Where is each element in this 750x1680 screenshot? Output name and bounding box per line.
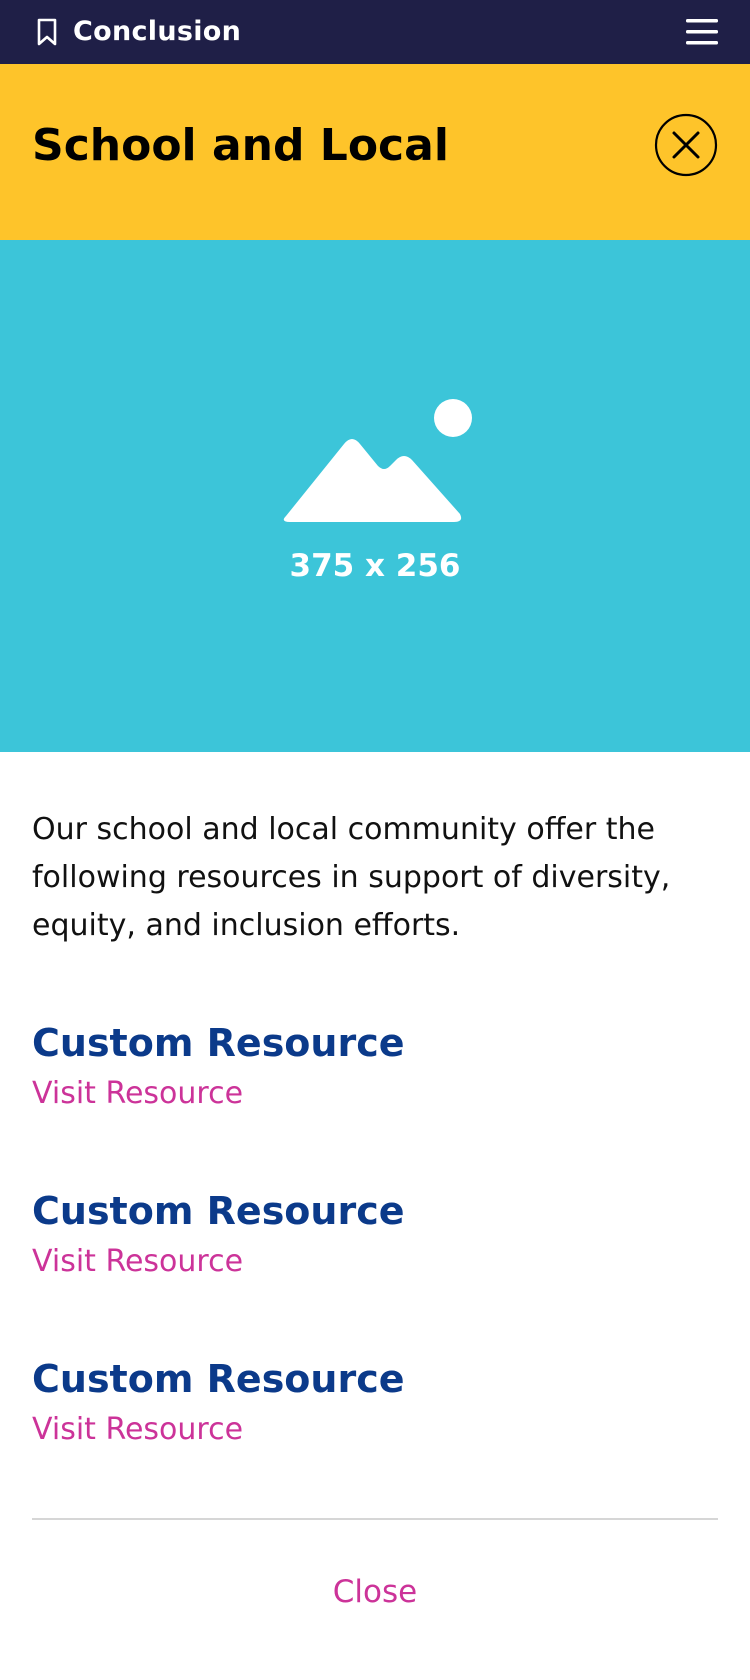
top-nav-bar: Conclusion [0, 0, 750, 64]
resource-title: Custom Resource [32, 1357, 405, 1401]
bookmark-icon[interactable] [36, 18, 58, 46]
intro-text: Our school and local community offer the… [32, 812, 671, 943]
resource-item: Custom Resource Visit Resource [32, 1186, 722, 1282]
section-title: Conclusion [73, 16, 242, 47]
close-icon[interactable] [654, 113, 718, 177]
image-placeholder-icon [283, 399, 472, 522]
page-title: School and Local [32, 120, 449, 171]
page-header: School and Local [0, 64, 750, 240]
divider [32, 1518, 718, 1520]
image-size-label: 375 x 256 [289, 548, 461, 584]
close-button[interactable]: Close [0, 1574, 750, 1610]
resource-item: Custom Resource Visit Resource [32, 1354, 722, 1450]
hamburger-menu-icon[interactable] [686, 17, 718, 47]
resource-title: Custom Resource [32, 1021, 405, 1065]
resource-item: Custom Resource Visit Resource [32, 1018, 722, 1114]
resource-title: Custom Resource [32, 1189, 405, 1233]
visit-resource-link[interactable]: Visit Resource [32, 1242, 722, 1282]
hero-image-placeholder: 375 x 256 [0, 240, 750, 752]
visit-resource-link[interactable]: Visit Resource [32, 1074, 722, 1114]
visit-resource-link[interactable]: Visit Resource [32, 1410, 722, 1450]
